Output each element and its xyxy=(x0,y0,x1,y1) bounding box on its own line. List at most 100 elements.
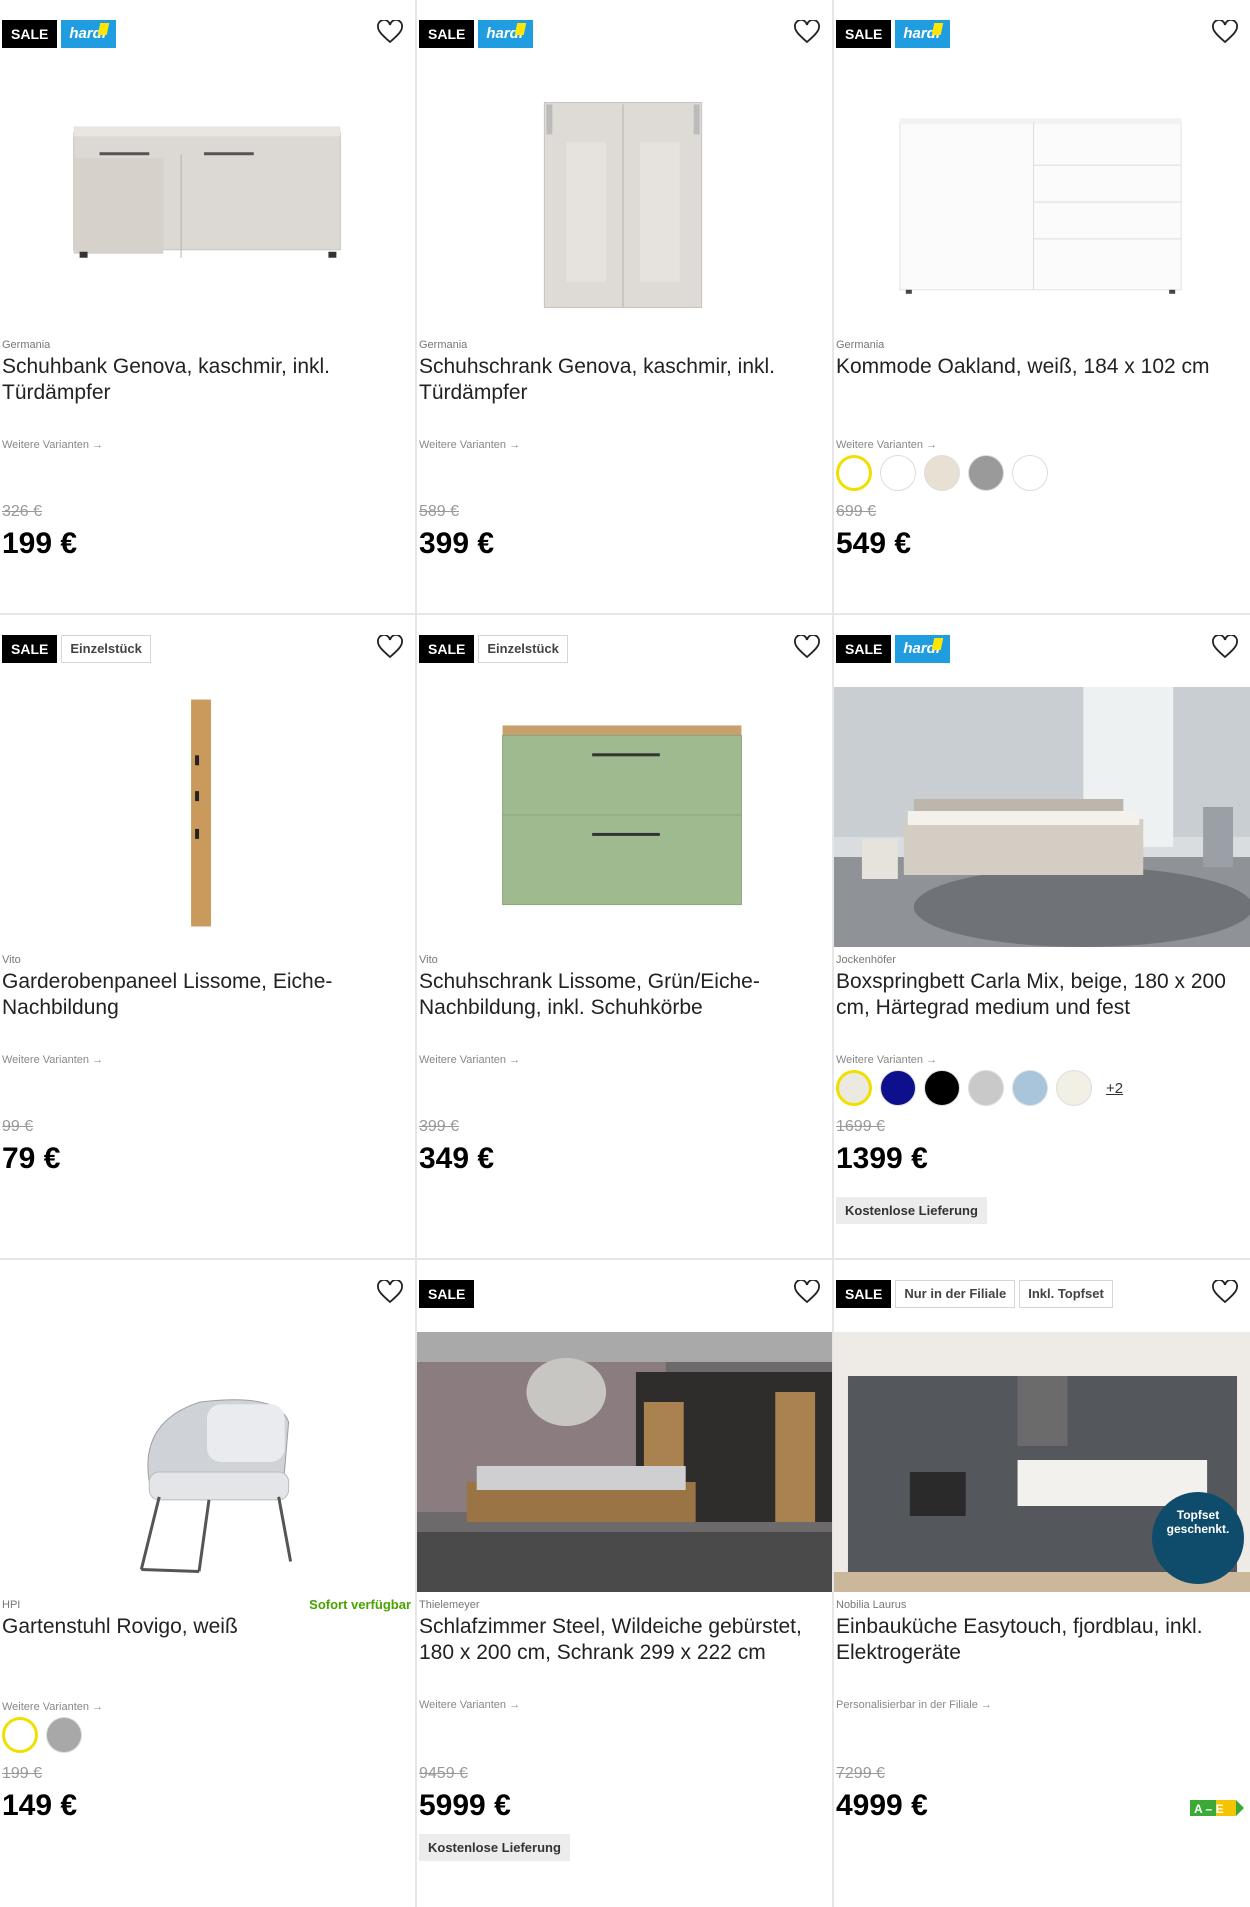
color-swatches xyxy=(836,455,1048,491)
variants-link[interactable]: Weitere Varianten → xyxy=(419,439,520,451)
variants-link[interactable]: Weitere Varianten → xyxy=(419,1699,520,1711)
badge-row: SALE xyxy=(419,1280,475,1308)
product-title[interactable]: Garderobenpaneel Lissome, Eiche-Nachbild… xyxy=(2,969,407,1021)
badge-row: SALE hardi xyxy=(2,20,117,48)
price: 1399 € xyxy=(836,1142,928,1175)
color-swatch[interactable] xyxy=(924,1070,960,1106)
brand: HPI xyxy=(2,1599,21,1611)
price: 549 € xyxy=(836,527,912,560)
old-price: 9459 € xyxy=(419,1765,468,1782)
product-card[interactable]: SALE hardi Jockenhöfer Boxspringbett Car… xyxy=(834,615,1250,1260)
price: 199 € xyxy=(2,527,78,560)
product-image[interactable] xyxy=(0,1332,415,1592)
product-image[interactable] xyxy=(417,72,832,332)
color-swatch[interactable] xyxy=(968,455,1004,491)
product-image[interactable] xyxy=(834,72,1250,332)
sale-badge: SALE xyxy=(419,1280,475,1308)
hardi-badge: hardi xyxy=(61,20,117,48)
price: 79 € xyxy=(2,1142,61,1175)
old-price: 1699 € xyxy=(836,1118,885,1135)
brand: Germania xyxy=(419,339,468,351)
brand: Germania xyxy=(836,339,885,351)
badge-row: SALE Einzelstück xyxy=(419,635,568,663)
brand: Thielemeyer xyxy=(419,1599,480,1611)
color-swatch[interactable] xyxy=(836,455,872,491)
product-card[interactable]: SALE hardi Germania Schuhschrank Genova,… xyxy=(417,0,834,615)
heart-icon[interactable] xyxy=(377,635,403,659)
color-swatch[interactable] xyxy=(968,1070,1004,1106)
heart-icon[interactable] xyxy=(1212,20,1238,44)
product-card[interactable]: SALE Thielemeyer Schlafzimmer Steel, Wil… xyxy=(417,1260,834,1907)
heart-icon[interactable] xyxy=(1212,635,1238,659)
product-image[interactable] xyxy=(834,687,1250,947)
tag-badge: Einzelstück xyxy=(478,635,568,663)
variants-link[interactable]: Weitere Varianten → xyxy=(2,1701,103,1713)
sale-badge: SALE xyxy=(836,635,892,663)
sale-badge: SALE xyxy=(836,1280,892,1308)
old-price: 589 € xyxy=(419,503,460,520)
price: 5999 € xyxy=(419,1789,511,1822)
color-swatch[interactable] xyxy=(880,455,916,491)
badge-row: SALE Nur in der Filiale Inkl. Topfset xyxy=(836,1280,1113,1308)
product-title[interactable]: Gartenstuhl Rovigo, weiß xyxy=(2,1614,407,1640)
old-price: 199 € xyxy=(2,1765,43,1782)
color-swatch[interactable] xyxy=(924,455,960,491)
product-card[interactable]: SALE Nur in der Filiale Inkl. Topfset To… xyxy=(834,1260,1250,1907)
tag-badge: Inkl. Topfset xyxy=(1019,1280,1113,1308)
heart-icon[interactable] xyxy=(794,635,820,659)
product-image[interactable] xyxy=(417,687,832,947)
variants-link[interactable]: Weitere Varianten → xyxy=(2,1054,103,1066)
price: 4999 € xyxy=(836,1789,928,1822)
sale-badge: SALE xyxy=(419,20,475,48)
product-title[interactable]: Boxspringbett Carla Mix, beige, 180 x 20… xyxy=(836,969,1241,1021)
product-card[interactable]: HPI Sofort verfügbar Gartenstuhl Rovigo,… xyxy=(0,1260,417,1907)
color-swatch[interactable] xyxy=(880,1070,916,1106)
product-card[interactable]: SALE hardi Germania Schuhbank Genova, ka… xyxy=(0,0,417,615)
badge-row: SALE hardi xyxy=(836,635,951,663)
product-grid: SALE hardi Germania Schuhbank Genova, ka… xyxy=(0,0,1250,1907)
color-swatch[interactable] xyxy=(2,1717,38,1753)
old-price: 399 € xyxy=(419,1118,460,1135)
product-image[interactable] xyxy=(0,72,415,332)
variants-link[interactable]: Weitere Varianten → xyxy=(836,439,937,451)
variants-link[interactable]: Weitere Varianten → xyxy=(419,1054,520,1066)
color-swatch[interactable] xyxy=(1056,1070,1092,1106)
heart-icon[interactable] xyxy=(794,20,820,44)
product-card[interactable]: SALE Einzelstück Vito Schuhschrank Lisso… xyxy=(417,615,834,1260)
product-title[interactable]: Schlafzimmer Steel, Wildeiche gebürstet,… xyxy=(419,1614,824,1666)
color-swatches xyxy=(2,1717,82,1753)
product-image[interactable] xyxy=(0,687,415,947)
personalize-link[interactable]: Personalisierbar in der Filiale → xyxy=(836,1699,992,1711)
product-title[interactable]: Einbauküche Easytouch, fjordblau, inkl. … xyxy=(836,1614,1241,1666)
color-swatch[interactable] xyxy=(1012,455,1048,491)
availability-label: Sofort verfügbar xyxy=(309,1597,411,1612)
brand: Nobilia Laurus xyxy=(836,1599,907,1611)
tag-badge: Nur in der Filiale xyxy=(895,1280,1016,1308)
badge-row: SALE Einzelstück xyxy=(2,635,151,663)
brand: Vito xyxy=(2,954,21,966)
promo-line: geschenkt. xyxy=(1166,1522,1230,1536)
hardi-badge: hardi xyxy=(895,635,951,663)
color-swatch[interactable] xyxy=(836,1070,872,1106)
product-card[interactable]: SALE hardi Germania Kommode Oakland, wei… xyxy=(834,0,1250,615)
variants-link[interactable]: Weitere Varianten → xyxy=(836,1054,937,1066)
heart-icon[interactable] xyxy=(794,1280,820,1304)
product-title[interactable]: Schuhschrank Genova, kaschmir, inkl. Tür… xyxy=(419,354,824,406)
product-title[interactable]: Schuhbank Genova, kaschmir, inkl. Türdäm… xyxy=(2,354,407,406)
color-swatch[interactable] xyxy=(1012,1070,1048,1106)
more-variants-link[interactable]: +2 xyxy=(1106,1080,1123,1097)
product-title[interactable]: Schuhschrank Lissome, Grün/Eiche-Nachbil… xyxy=(419,969,824,1021)
heart-icon[interactable] xyxy=(377,20,403,44)
energy-label-icon[interactable]: A – E xyxy=(1190,1798,1246,1818)
heart-icon[interactable] xyxy=(377,1280,403,1304)
product-card[interactable]: SALE Einzelstück Vito Garderobenpaneel L… xyxy=(0,615,417,1260)
heart-icon[interactable] xyxy=(1212,1280,1238,1304)
product-image[interactable] xyxy=(417,1332,832,1592)
badge-row: SALE hardi xyxy=(836,20,951,48)
old-price: 7299 € xyxy=(836,1765,885,1782)
tag-badge: Einzelstück xyxy=(61,635,151,663)
color-swatch[interactable] xyxy=(46,1717,82,1753)
brand: Jockenhöfer xyxy=(836,954,896,966)
variants-link[interactable]: Weitere Varianten → xyxy=(2,439,103,451)
product-title[interactable]: Kommode Oakland, weiß, 184 x 102 cm xyxy=(836,354,1241,380)
